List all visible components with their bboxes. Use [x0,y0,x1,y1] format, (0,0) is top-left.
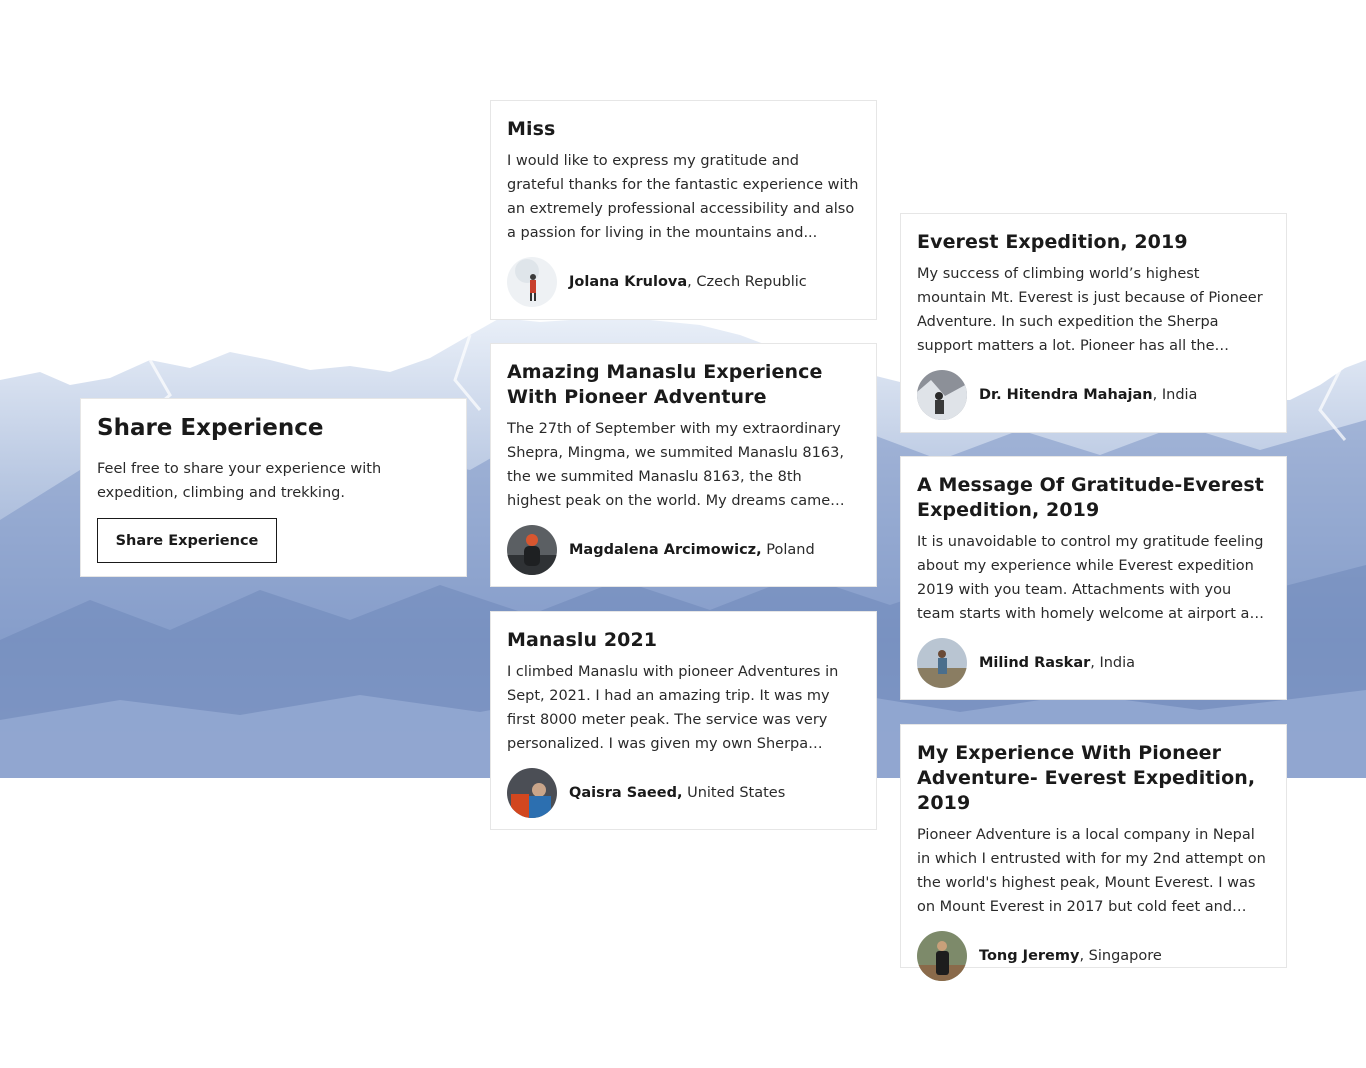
author-name: Magdalena Arcimowicz, [569,542,762,558]
testimonial-author: Magdalena Arcimowicz, Poland [507,525,860,575]
testimonial-text: I climbed Manaslu with pioneer Adventure… [507,664,839,752]
testimonial-author: Dr. Hitendra Mahajan, India [917,370,1270,420]
author-location: , India [1090,655,1136,671]
author-name: Milind Raskar [979,655,1091,671]
testimonial-text: Pioneer Adventure is a local company in … [917,827,1266,915]
testimonial-title[interactable]: Amazing Manaslu Experience With Pioneer … [507,360,860,410]
author-location: Poland [761,542,815,558]
author-name: Jolana Krulova [569,274,688,290]
testimonial-author: Qaisra Saeed, United States [507,768,860,818]
share-experience-card: Share Experience Feel free to share your… [80,398,467,577]
testimonial-title[interactable]: A Message Of Gratitude-Everest Expeditio… [917,473,1270,523]
author-line: Magdalena Arcimowicz, Poland [569,542,815,558]
author-avatar [917,638,967,688]
testimonial-card[interactable]: A Message Of Gratitude-Everest Expeditio… [900,456,1287,700]
author-avatar [917,370,967,420]
author-line: Dr. Hitendra Mahajan, India [979,387,1197,403]
author-line: Milind Raskar, India [979,655,1135,671]
author-location: United States [682,785,786,801]
testimonial-author: Milind Raskar, India [917,638,1270,688]
testimonial-title[interactable]: Manaslu 2021 [507,628,860,653]
testimonial-card[interactable]: Amazing Manaslu Experience With Pioneer … [490,343,877,587]
author-avatar [507,257,557,307]
testimonial-title[interactable]: Miss [507,117,860,142]
testimonial-card[interactable]: My Experience With Pioneer Adventure- Ev… [900,724,1287,981]
author-avatar [917,931,967,981]
author-location: , Czech Republic [687,274,807,290]
author-name: Dr. Hitendra Mahajan [979,387,1153,403]
author-location: , Singapore [1079,948,1162,964]
share-experience-button[interactable]: Share Experience [97,518,277,563]
testimonial-author: Tong Jeremy, Singapore [917,931,1270,981]
testimonial-title[interactable]: Everest Expedition, 2019 [917,230,1270,255]
author-line: Qaisra Saeed, United States [569,785,785,801]
testimonial-card[interactable]: Everest Expedition, 2019 My success of c… [900,213,1287,433]
testimonial-card[interactable]: Miss I would like to express my gratitud… [490,100,877,320]
testimonial-text: I would like to express my gratitude and… [507,153,859,241]
testimonial-title[interactable]: My Experience With Pioneer Adventure- Ev… [917,741,1270,816]
testimonial-card[interactable]: Manaslu 2021 I climbed Manaslu with pion… [490,611,877,830]
share-experience-text: Feel free to share your experience with … [97,461,382,501]
testimonial-author: Jolana Krulova, Czech Republic [507,257,860,307]
testimonial-text: The 27th of September with my extraordin… [507,421,844,509]
author-line: Tong Jeremy, Singapore [979,948,1162,964]
author-line: Jolana Krulova, Czech Republic [569,274,807,290]
testimonial-text: It is unavoidable to control my gratitud… [917,534,1268,622]
author-avatar [507,525,557,575]
author-name: Tong Jeremy [979,948,1080,964]
author-name: Qaisra Saeed, [569,785,683,801]
author-location: , India [1152,387,1198,403]
testimonial-text: My success of climbing world’s highest m… [917,266,1263,354]
share-experience-title: Share Experience [97,415,324,441]
author-avatar [507,768,557,818]
